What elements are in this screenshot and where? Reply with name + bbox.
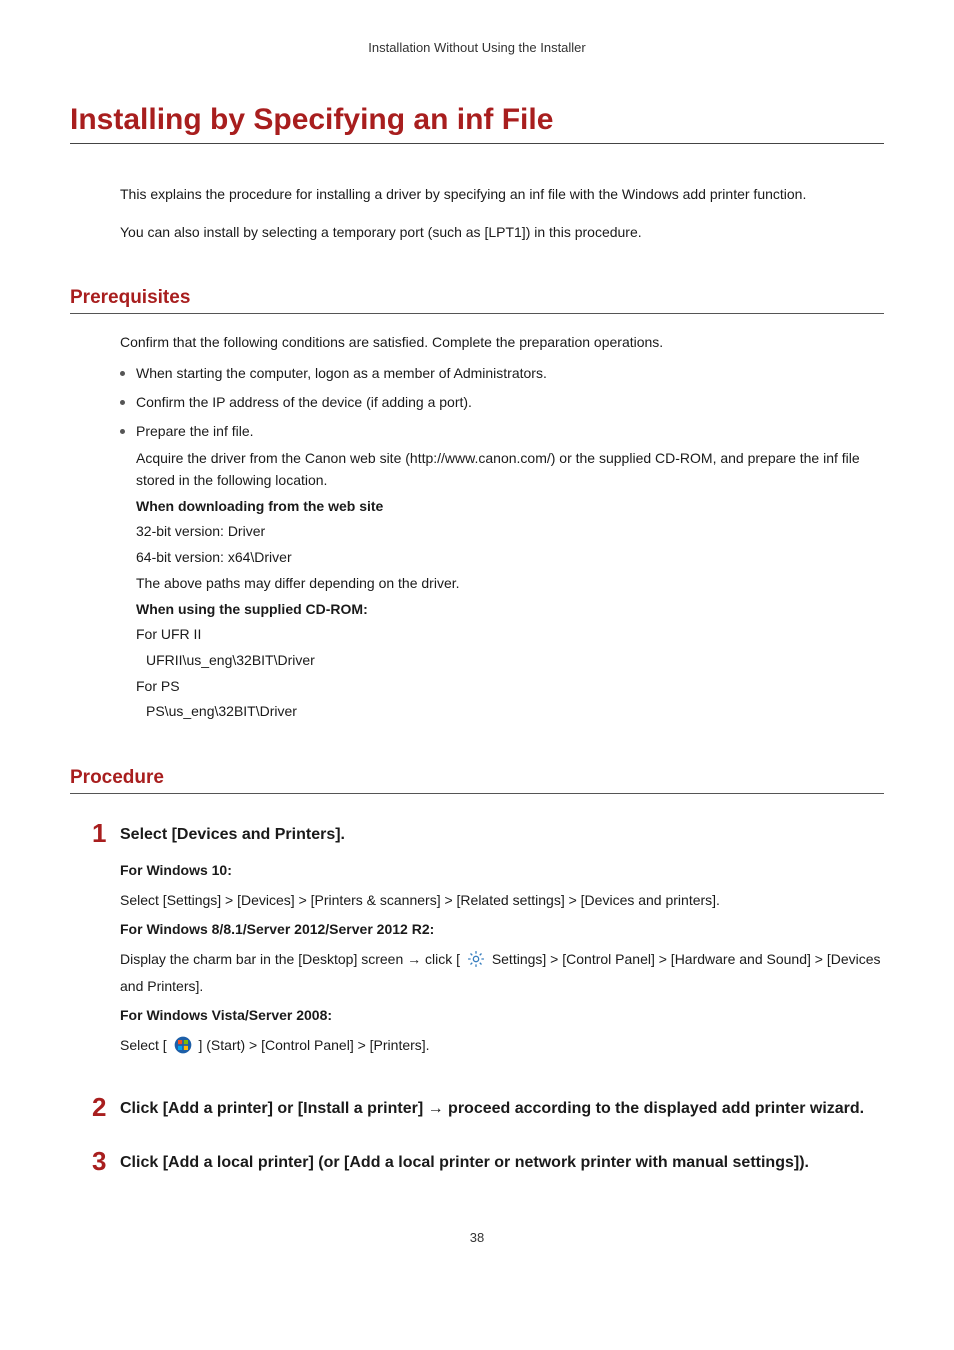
step-number: 2 [92,1094,120,1120]
step-title: Click [Add a printer] or [Install a prin… [120,1094,864,1120]
prerequisites-item: Confirm the IP address of the device (if… [120,392,884,413]
step-os-text-pre: Select [ [120,1037,167,1053]
step-os-heading: For Windows Vista/Server 2008: [120,1005,884,1027]
step-os-text: Select [ ] (Start) > [Control Panel] > [… [120,1035,884,1062]
step-number: 1 [92,820,120,846]
step-os-text-post: ] (Start) > [Control Panel] > [Printers]… [198,1037,429,1053]
step-os-text-pre: Display the charm bar in the [Desktop] s… [120,951,460,967]
prerequisites-item: When starting the computer, logon as a m… [120,363,884,384]
procedure-step: 3 Click [Add a local printer] (or [Add a… [92,1148,884,1174]
prerequisites-note: The above paths may differ depending on … [136,573,884,595]
running-head: Installation Without Using the Installer [70,40,884,55]
prerequisites-item: Prepare the inf file. Acquire the driver… [120,421,884,723]
step-os-text: Select [Settings] > [Devices] > [Printer… [120,890,884,912]
windows-start-icon [173,1035,193,1062]
step-title: Select [Devices and Printers]. [120,820,345,846]
prerequisites-path-label: For PS [136,676,884,698]
prerequisites-path: UFRII\us_eng\32BIT\Driver [146,650,884,672]
prerequisites-path: 64-bit version: x64\Driver [136,547,884,569]
procedure-step: 1 Select [Devices and Printers]. [92,820,884,846]
prerequisites-item-label: Prepare the inf file. [136,423,254,439]
procedure-step: 2 Click [Add a printer] or [Install a pr… [92,1094,884,1120]
prerequisites-lead: Confirm that the following conditions ar… [120,332,884,353]
step-os-heading: For Windows 8/8.1/Server 2012/Server 201… [120,919,884,941]
procedure-heading: Procedure [70,767,884,794]
intro-block: This explains the procedure for installi… [70,184,884,243]
prerequisites-subhead: When downloading from the web site [136,496,884,518]
step-os-text: Display the charm bar in the [Desktop] s… [120,949,884,997]
page-title: Installing by Specifying an inf File [70,103,884,144]
prerequisites-detail: Acquire the driver from the Canon web si… [136,448,884,491]
prerequisites-list: When starting the computer, logon as a m… [120,363,884,723]
step-number: 3 [92,1148,120,1174]
prerequisites-subhead: When using the supplied CD-ROM: [136,599,884,621]
prerequisites-body: Confirm that the following conditions ar… [120,332,884,723]
step-body: For Windows 10: Select [Settings] > [Dev… [120,860,884,1062]
page-number: 38 [70,1230,884,1245]
gear-icon [466,949,486,976]
intro-paragraph-2: You can also install by selecting a temp… [120,222,884,244]
step-os-heading: For Windows 10: [120,860,884,882]
step-title: Click [Add a local printer] (or [Add a l… [120,1148,809,1174]
intro-paragraph-1: This explains the procedure for installi… [120,184,884,206]
prerequisites-path: 32-bit version: Driver [136,521,884,543]
prerequisites-path: PS\us_eng\32BIT\Driver [146,701,884,723]
prerequisites-path-label: For UFR II [136,624,884,646]
prerequisites-heading: Prerequisites [70,287,884,314]
